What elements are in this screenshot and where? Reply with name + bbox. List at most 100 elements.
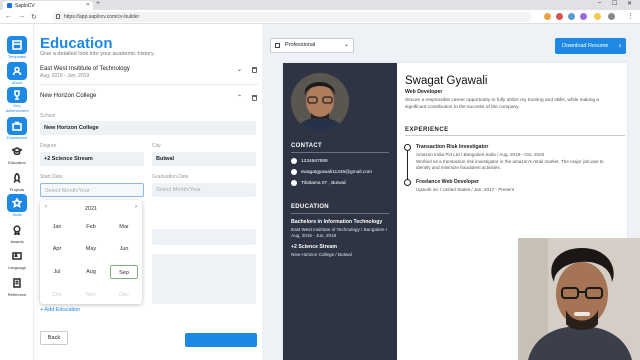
sidebar-item-education[interactable]: Education [3, 142, 31, 168]
sidebar: Templates About Key Achievement Experien… [0, 24, 34, 360]
city-input[interactable]: Butwal [152, 152, 256, 166]
sidebar-item-label: Awards [10, 239, 24, 244]
divider [291, 152, 389, 153]
hidden-field[interactable] [152, 229, 256, 245]
entry-title: New Horizon College [40, 93, 97, 99]
timeline-dot [404, 144, 411, 151]
chevron-up-icon[interactable]: ⌃ [237, 94, 242, 101]
extension-icon[interactable] [556, 13, 563, 20]
start-date-input[interactable]: Select Month/Year [40, 183, 144, 197]
extension-icon[interactable] [568, 13, 575, 20]
address-bar-row: ← → ↻ https://app.saplocv.com/cv-builder… [0, 10, 640, 24]
sidebar-item-projects[interactable]: Projects [3, 169, 31, 195]
sidebar-item-label: About [11, 80, 23, 85]
template-select[interactable]: Professional ⌄ [270, 38, 354, 53]
chevron-down-icon[interactable]: ⌄ [237, 66, 242, 73]
url-field[interactable]: https://app.saplocv.com/cv-builder [52, 12, 532, 22]
degree-input[interactable]: +2 Science Stream [40, 152, 144, 166]
site-favicon-icon [7, 3, 12, 8]
back-arrow-icon[interactable]: ← [5, 13, 12, 20]
page-subtitle: Give a detailed look into your academic … [40, 51, 155, 57]
back-button[interactable]: Back [40, 331, 68, 345]
sidebar-item-language[interactable]: Language [3, 247, 31, 273]
trash-icon[interactable] [252, 95, 257, 101]
month-aug[interactable]: Aug [77, 265, 105, 279]
month-oct[interactable]: Oct [43, 288, 71, 302]
download-icon: ⭳ [619, 43, 621, 49]
divider [291, 213, 389, 214]
window-close-icon[interactable]: ✕ [627, 0, 632, 7]
timeline-line [407, 147, 408, 183]
sidebar-item-key-achievement[interactable]: Key Achievement [3, 87, 31, 113]
grid-icon [275, 43, 280, 48]
sidebar-item-templates[interactable]: Templates [3, 36, 31, 62]
month-sep[interactable]: Sep [110, 265, 138, 279]
graduation-date-input[interactable]: Select Month/Year [152, 183, 256, 197]
extension-icon[interactable] [544, 13, 551, 20]
user-icon [7, 62, 27, 80]
browser-tab[interactable]: SaploCV ✕ [3, 1, 93, 10]
star-icon [7, 194, 27, 212]
sidebar-item-label: Skills [12, 212, 22, 217]
profile-photo [291, 73, 349, 131]
month-feb[interactable]: Feb [77, 220, 105, 234]
contact-heading: CONTACT [291, 143, 322, 149]
sidebar-item-experience[interactable]: Experience [3, 117, 31, 143]
graduation-cap-icon [7, 142, 27, 160]
template-select-value: Professional [285, 42, 316, 48]
next-year-button[interactable]: › [135, 204, 137, 210]
entry-title: East West Insititute of Technology [40, 66, 130, 72]
browser-menu-icon[interactable]: ⋮ [627, 12, 634, 20]
sidebar-item-awards[interactable]: Awards [3, 221, 31, 247]
template-icon [7, 36, 27, 54]
divider [40, 84, 260, 85]
month-year-picker: ‹ 2021 › Jan Feb Mar Apr May Jun Jul Aug… [40, 200, 142, 304]
month-nov[interactable]: Nov [77, 288, 105, 302]
school-input[interactable]: New Horizon College [40, 121, 256, 135]
maximize-icon[interactable]: ☐ [612, 0, 617, 7]
description-field[interactable] [152, 254, 256, 304]
resume-edu-sub: East West Insititute of Technology / Ban… [291, 227, 388, 238]
profile-avatar-icon[interactable] [608, 13, 615, 20]
resume-summary: Secure a responsible career opportunity … [405, 98, 600, 110]
school-label: School [40, 113, 56, 119]
next-button[interactable] [185, 333, 257, 347]
extension-icon[interactable] [580, 13, 587, 20]
add-education-link[interactable]: + Add Education [40, 307, 80, 313]
contact-address: Tilottama 07 , Butwal [291, 180, 346, 186]
month-jul[interactable]: Jul [43, 265, 71, 279]
tab-close-icon[interactable]: ✕ [86, 2, 90, 8]
education-heading: EDUCATION [291, 204, 329, 210]
month-jan[interactable]: Jan [43, 220, 71, 234]
resume-name: Swagat Gyawali [405, 75, 488, 87]
sidebar-item-label: Key Achievement [5, 103, 29, 113]
education-entry[interactable]: New Horizon College [40, 93, 262, 99]
forward-arrow-icon[interactable]: → [18, 13, 25, 20]
bookmark-star-icon[interactable] [594, 13, 601, 20]
education-entry[interactable]: East West Insititute of Technology Aug, … [40, 66, 262, 79]
trash-icon[interactable] [252, 67, 257, 73]
experience-heading: EXPERIENCE [405, 127, 449, 133]
download-resume-button[interactable]: Download Resume ⭳ [555, 38, 626, 54]
phone-icon [291, 158, 297, 164]
contact-email: swagatgyawali11345@gmail.com [291, 169, 372, 175]
new-tab-button[interactable]: + [96, 0, 100, 7]
sidebar-item-reference[interactable]: Reference [3, 274, 31, 300]
month-mar[interactable]: Mar [110, 220, 138, 234]
reload-icon[interactable]: ↻ [31, 13, 37, 21]
sidebar-item-label: Reference [7, 292, 27, 297]
month-jun[interactable]: Jun [110, 242, 138, 256]
sidebar-item-label: Projects [9, 187, 25, 192]
resume-edu-sub: New Horizon College / Butwal [291, 252, 352, 257]
email-icon [291, 169, 297, 175]
job-title: Freelance Web Developer [416, 179, 480, 185]
job-title: Transaction Risk Investigator [416, 144, 489, 150]
month-may[interactable]: May [77, 242, 105, 256]
month-apr[interactable]: Apr [43, 242, 71, 256]
sidebar-item-about[interactable]: About [3, 62, 31, 88]
minimize-icon[interactable]: – [598, 0, 601, 6]
sidebar-item-skills[interactable]: Skills [3, 194, 31, 220]
sidebar-item-label: Language [8, 265, 26, 270]
month-dec[interactable]: Dec [110, 288, 138, 302]
award-icon [7, 221, 27, 239]
